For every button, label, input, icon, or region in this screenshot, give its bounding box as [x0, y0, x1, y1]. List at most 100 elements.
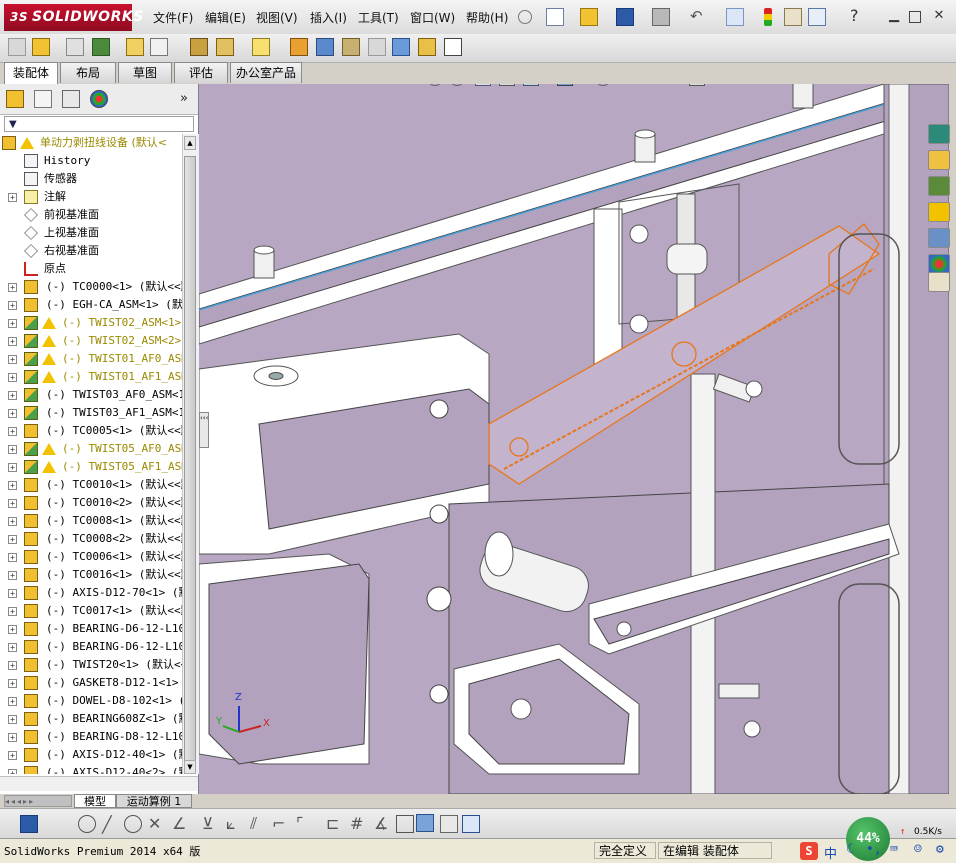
tree-filter-input[interactable]: ▼ [4, 116, 194, 132]
tree-item[interactable]: 右视基准面 [0, 242, 182, 260]
ime-keyboard-icon[interactable]: ⌨ [890, 842, 898, 857]
menu-insert[interactable]: 插入(I) [310, 9, 347, 26]
help-icon[interactable]: ? [850, 6, 859, 25]
expand-icon[interactable]: + [8, 409, 17, 418]
tree-item[interactable]: + (-) TWIST02_ASM<2> ( [0, 332, 182, 350]
expand-icon[interactable]: + [8, 589, 17, 598]
camera-icon[interactable] [440, 815, 458, 833]
menu-view[interactable]: 视图(V) [256, 9, 298, 26]
menu-tools[interactable]: 工具(T) [358, 9, 399, 26]
tree-item[interactable]: + (-) TWIST05_AF1_ASM< [0, 458, 182, 476]
tree-scrollbar-thumb[interactable] [184, 156, 196, 764]
close-icon[interactable]: ✕ [931, 9, 947, 23]
dimension-icon[interactable]: ⊏ [326, 814, 339, 833]
expand-icon[interactable]: + [8, 517, 17, 526]
hole-alignment-icon[interactable] [418, 38, 436, 56]
smart-fasteners-icon[interactable] [92, 38, 110, 56]
expand-icon[interactable]: + [8, 319, 17, 328]
minimize-icon[interactable]: ▁ [886, 9, 902, 23]
expand-icon[interactable]: + [8, 553, 17, 562]
convert-icon[interactable]: ⟀ [226, 814, 236, 834]
expand-icon[interactable]: + [8, 499, 17, 508]
rebuild-traffic-light-icon[interactable] [764, 8, 772, 26]
tree-item[interactable]: 前视基准面 [0, 206, 182, 224]
configuration-manager-icon[interactable] [62, 90, 80, 108]
tree-item[interactable]: + (-) AXIS-D12-40<1> (默认 [0, 746, 182, 764]
insert-component-icon[interactable] [8, 38, 26, 56]
tree-item[interactable]: + (-) TWIST20<1> (默认<<默 [0, 656, 182, 674]
explode-line-sketch-icon[interactable] [342, 38, 360, 56]
menu-edit[interactable]: 编辑(E) [205, 9, 246, 26]
table-icon[interactable] [462, 815, 480, 833]
tree-root[interactable]: 单动力剥扭线设备 (默认< [0, 134, 182, 152]
menu-help[interactable]: 帮助(H) [466, 9, 508, 26]
tree-item[interactable]: + (-) TC0008<2> (默认<<默 [0, 530, 182, 548]
tree-item[interactable]: + (-) AXIS-D12-40<2> (默认 [0, 764, 182, 774]
tree-item[interactable]: + (-) TWIST01_AF0_ASM< [0, 350, 182, 368]
expand-icon[interactable]: + [8, 463, 17, 472]
previous-view-icon[interactable] [475, 84, 491, 86]
exploded-view-icon[interactable] [316, 38, 334, 56]
tree-item[interactable]: + (-) BEARING-D6-12-L10<2 [0, 638, 182, 656]
new-document-icon[interactable] [546, 8, 564, 26]
open-folder-icon[interactable] [580, 8, 598, 26]
expand-icon[interactable]: + [8, 643, 17, 652]
tab-evaluate[interactable]: 评估 [174, 62, 228, 83]
expand-icon[interactable]: + [8, 751, 17, 760]
instant3d-icon[interactable] [444, 38, 462, 56]
move-component-icon[interactable] [126, 38, 144, 56]
expand-icon[interactable]: + [8, 373, 17, 382]
graphics-area[interactable]: ▁ ✕ ‹‹‹ Z X Y [199, 84, 949, 794]
tree-item[interactable]: + (-) TWIST02_ASM<1> ( [0, 314, 182, 332]
feature-manager-tree-icon[interactable] [6, 90, 24, 108]
linear-pattern-icon[interactable] [66, 38, 84, 56]
expand-icon[interactable]: + [8, 193, 17, 202]
relation-icon[interactable]: ∡ [374, 814, 388, 833]
centerline-icon[interactable]: ⌜ [296, 814, 304, 833]
expand-icon[interactable]: + [8, 607, 17, 616]
select-pointer-icon[interactable] [726, 8, 744, 26]
tree-item[interactable]: 上视基准面 [0, 224, 182, 242]
expand-icon[interactable]: + [8, 697, 17, 706]
offset-icon[interactable]: ⫽ [250, 814, 257, 834]
display-style-icon[interactable] [557, 84, 573, 86]
assembly-features-icon[interactable] [190, 38, 208, 56]
tab-office-products[interactable]: 办公室产品 [230, 62, 302, 83]
view-palette-icon[interactable] [928, 228, 950, 248]
tree-item[interactable]: 原点 [0, 260, 182, 278]
tab-model[interactable]: 模型 [74, 794, 116, 808]
bill-of-materials-icon[interactable] [290, 38, 308, 56]
corner-icon[interactable]: ⌐ [272, 814, 285, 833]
point-icon[interactable] [78, 815, 96, 833]
interference-detection-icon[interactable] [368, 38, 386, 56]
home-icon[interactable] [928, 150, 950, 170]
menu-file[interactable]: 文件(F) [153, 9, 193, 26]
mirror-icon[interactable]: ⊻ [202, 814, 214, 833]
expand-icon[interactable]: + [8, 679, 17, 688]
undo-icon[interactable]: ↶ [690, 7, 703, 25]
expand-icon[interactable]: + [8, 733, 17, 742]
tree-item[interactable]: + (-) BEARING-D8-12-L10<1 [0, 728, 182, 746]
tree-item[interactable]: + (-) BEARING-D6-12-L10<1 [0, 620, 182, 638]
tab-nav-arrows[interactable]: ◂◂◂▸▸ [4, 795, 72, 807]
zoom-to-fit-icon[interactable] [427, 84, 443, 86]
new-motion-study-icon[interactable] [252, 38, 270, 56]
appearances-scenes-icon[interactable] [928, 254, 950, 274]
trim-icon[interactable]: ✕ [148, 814, 161, 833]
tree-item[interactable]: + (-) TC0000<1> (默认<<默 [0, 278, 182, 296]
pin-icon[interactable] [518, 10, 532, 24]
angle-icon[interactable]: ∠ [172, 814, 186, 833]
custom-properties-icon[interactable] [928, 272, 950, 292]
box-view-icon[interactable] [396, 815, 414, 833]
section-view-icon[interactable] [499, 84, 515, 86]
expand-icon[interactable]: + [8, 337, 17, 346]
reference-geometry-icon[interactable] [216, 38, 234, 56]
expand-icon[interactable]: + [8, 301, 17, 310]
save-icon[interactable] [616, 8, 634, 26]
show-hidden-icon[interactable] [150, 38, 168, 56]
expand-icon[interactable]: + [8, 355, 17, 364]
options-icon[interactable] [808, 8, 826, 26]
view-settings-icon[interactable] [689, 84, 705, 86]
ime-moon-icon[interactable]: ☾ [846, 842, 854, 857]
tree-item[interactable]: + (-) TC0010<2> (默认<<默 [0, 494, 182, 512]
